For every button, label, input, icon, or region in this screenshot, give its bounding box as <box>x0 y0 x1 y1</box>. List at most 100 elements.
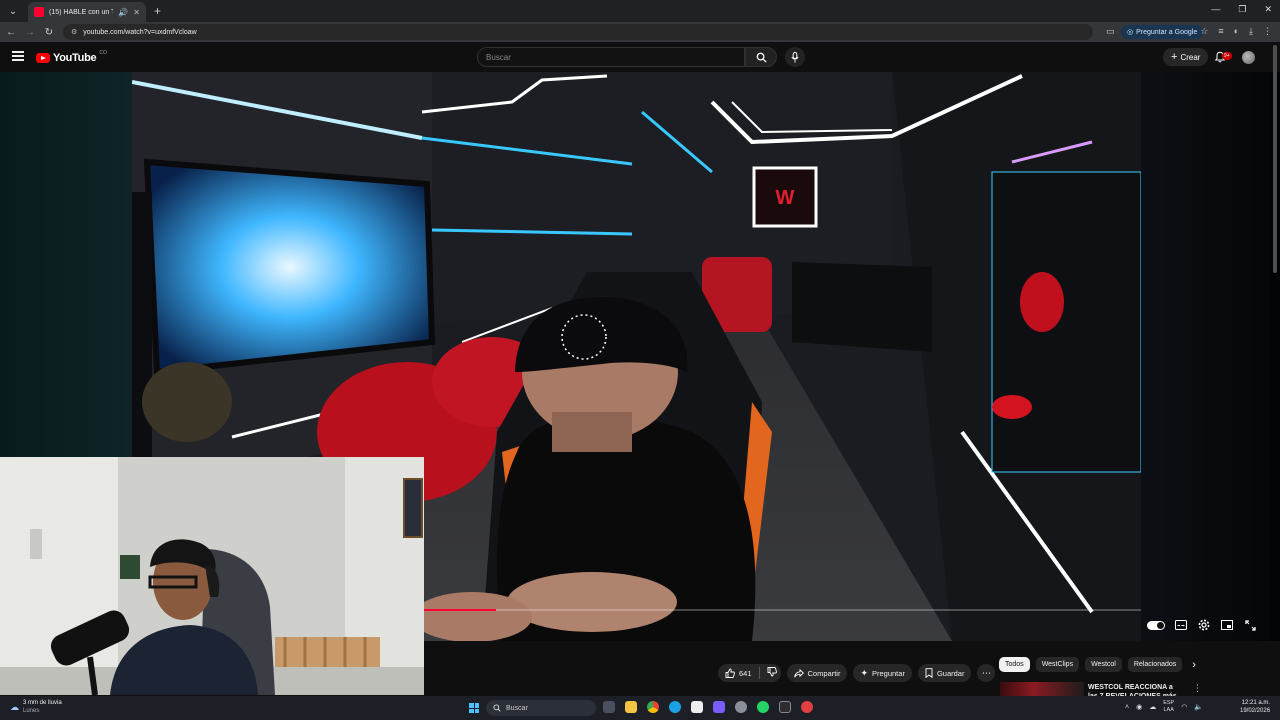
reload-button[interactable]: ↻ <box>41 27 57 38</box>
file-explorer-icon[interactable] <box>625 701 637 713</box>
share-button[interactable]: Compartir <box>786 664 848 682</box>
search-input[interactable]: Buscar <box>477 47 745 67</box>
youtube-logo[interactable]: YouTube CO <box>36 50 107 64</box>
address-bar-row: ← → ↻ ⚙ youtube.com/watch?v=uxdmfVcloaw … <box>0 22 1280 42</box>
autoplay-toggle[interactable] <box>1147 620 1165 630</box>
weather-line2: Lunes <box>23 708 40 714</box>
search-placeholder: Buscar <box>486 52 511 62</box>
ask-button[interactable]: ✦ Preguntar <box>853 664 912 682</box>
toolbar-icons: ☆ ≡ ◐ ⤓ ⋮ <box>1200 26 1272 37</box>
video-progress-bar[interactable] <box>424 609 1141 611</box>
chip-todos[interactable]: Todos <box>999 657 1030 672</box>
ambient-glow-left <box>0 72 132 457</box>
weather-line1: 3 mm de lluvia <box>23 700 62 706</box>
back-button[interactable]: ← <box>3 27 19 38</box>
taskbar-apps <box>603 701 813 713</box>
microphone-icon <box>791 51 799 62</box>
tab-search-icon[interactable]: ⌄ <box>4 2 22 20</box>
country-code: CO <box>99 50 107 56</box>
clock-date: 19/02/2026 <box>1240 708 1271 714</box>
media-icon[interactable]: ≡ <box>1218 26 1223 37</box>
lang-line1: ESP <box>1163 700 1175 706</box>
account-avatar[interactable] <box>1242 51 1255 64</box>
app-purple-icon[interactable] <box>713 701 725 713</box>
forward-button[interactable]: → <box>22 27 38 38</box>
save-button[interactable]: Guardar <box>917 664 972 682</box>
minimize-button[interactable]: — <box>1211 4 1220 15</box>
settings-app-icon[interactable] <box>735 701 747 713</box>
recommendation-thumbnail[interactable] <box>1000 682 1084 696</box>
fullscreen-icon[interactable] <box>1243 619 1257 631</box>
weather-widget[interactable]: ☁ 3 mm de lluvia Lunes <box>10 699 62 715</box>
store-icon[interactable] <box>691 701 703 713</box>
terminal-icon[interactable] <box>779 701 791 713</box>
tray-chevron-icon[interactable]: ˄ <box>1125 704 1129 711</box>
bookmark-star-icon[interactable]: ☆ <box>1200 26 1208 37</box>
windows-start-icon[interactable] <box>469 703 479 713</box>
recommendation-menu-icon[interactable]: ⋮ <box>1193 683 1202 694</box>
lang-line2: LAA <box>1163 707 1174 713</box>
guide-menu-icon[interactable] <box>12 51 24 61</box>
downloads-icon[interactable]: ⤓ <box>1249 26 1253 37</box>
settings-gear-icon[interactable] <box>1197 619 1211 631</box>
youtube-masthead: YouTube CO Buscar + Crear <box>0 42 1280 72</box>
search-icon <box>756 52 767 63</box>
player-controls <box>1147 619 1257 631</box>
tab-audio-icon[interactable]: 🔊 <box>118 8 128 17</box>
browser-tab[interactable]: (15) HABLÉ con un THERIAN 🔊 ✕ <box>28 2 146 22</box>
subtitles-icon[interactable] <box>1174 619 1188 631</box>
app-red-icon[interactable] <box>801 701 813 713</box>
site-info-icon[interactable]: ⚙ <box>71 28 77 36</box>
close-window-button[interactable]: ✕ <box>1264 4 1272 15</box>
browser-tab-strip: ⌄ (15) HABLÉ con un THERIAN 🔊 ✕ + — ❐ ✕ <box>0 0 1280 22</box>
chrome-icon[interactable] <box>647 701 659 713</box>
maximize-button[interactable]: ❐ <box>1238 4 1246 15</box>
chip-westcol[interactable]: Westcol <box>1085 657 1122 672</box>
taskbar-clock[interactable]: 12:21 a.m. 19/02/2026 <box>1240 699 1270 715</box>
taskbar-search[interactable]: Buscar <box>486 700 596 716</box>
create-button[interactable]: + Crear <box>1163 48 1209 66</box>
tray-app-icon[interactable]: ◉ <box>1136 703 1142 711</box>
like-dislike-group: 641 <box>718 664 781 682</box>
new-tab-button[interactable]: + <box>154 4 161 18</box>
task-view-icon[interactable] <box>603 701 615 713</box>
chevron-right-icon[interactable]: › <box>1192 659 1196 671</box>
tab-close-icon[interactable]: ✕ <box>133 8 140 17</box>
chrome-menu-icon[interactable]: ⋮ <box>1263 26 1272 37</box>
dislike-button[interactable] <box>767 667 777 679</box>
ask-google-button[interactable]: ◎ Preguntar a Google <box>1121 25 1204 39</box>
related-filter-chips: Todos WestClips Westcol Relacionados › <box>999 657 1196 672</box>
save-label: Guardar <box>936 668 965 678</box>
share-label: Compartir <box>807 668 841 678</box>
wifi-icon[interactable]: ◠ <box>1181 703 1187 711</box>
volume-icon[interactable]: 🔈 <box>1194 703 1203 711</box>
voice-search-button[interactable] <box>785 47 805 67</box>
extensions-icon[interactable]: ◐ <box>1234 26 1239 37</box>
like-button[interactable]: 641 <box>725 668 752 678</box>
edge-icon[interactable] <box>669 701 681 713</box>
chip-relacionados[interactable]: Relacionados <box>1127 657 1183 672</box>
clock-time: 12:21 a.m. <box>1241 700 1271 706</box>
youtube-play-icon <box>36 53 50 63</box>
page-scrollbar[interactable] <box>1272 45 1278 695</box>
notification-count-badge: 9+ <box>1222 52 1232 60</box>
progress-played <box>424 609 496 611</box>
cast-icon[interactable]: ▭ <box>1106 26 1115 37</box>
chip-westclips[interactable]: WestClips <box>1035 657 1080 672</box>
more-actions-icon[interactable]: ⋯ <box>977 664 996 682</box>
tray-cloud-icon[interactable]: ☁ <box>1149 703 1156 711</box>
taskbar-search-label: Buscar <box>506 704 528 712</box>
plus-icon: + <box>1171 51 1178 63</box>
windows-taskbar: ☁ 3 mm de lluvia Lunes Buscar ˄ ◉ ☁ ESP … <box>0 696 1280 720</box>
whatsapp-icon[interactable] <box>757 701 769 713</box>
ask-label: Preguntar <box>872 668 905 678</box>
miniplayer-icon[interactable] <box>1220 619 1234 631</box>
scrollbar-thumb[interactable] <box>1273 45 1277 273</box>
language-indicator[interactable]: ESP LAA <box>1163 700 1174 714</box>
omnibox[interactable]: ⚙ youtube.com/watch?v=uxdmfVcloaw <box>63 24 1093 40</box>
google-lens-icon: ◎ <box>1127 29 1134 36</box>
youtube-wordmark: YouTube <box>53 52 97 64</box>
create-label: Crear <box>1180 52 1201 62</box>
sparkle-icon: ✦ <box>860 667 868 678</box>
search-button[interactable] <box>745 47 777 67</box>
